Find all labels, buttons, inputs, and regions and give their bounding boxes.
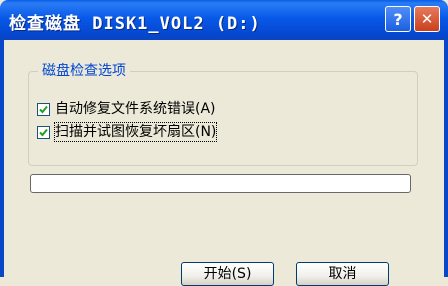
title-bar[interactable]: 检查磁盘 DISK1_VOL2 (D:) ? ✕ (0, 0, 448, 40)
scan-recover-checkbox[interactable] (37, 125, 50, 139)
progress-bar (30, 174, 411, 193)
window-frame-right (444, 40, 448, 277)
help-icon: ? (393, 9, 403, 29)
close-button[interactable]: ✕ (414, 6, 440, 32)
window-title: 检查磁盘 DISK1_VOL2 (D:) (9, 14, 261, 34)
checkmark-icon (39, 105, 48, 113)
checkmark-icon (39, 128, 48, 136)
option-auto-fix[interactable]: 自动修复文件系统错误(A) (37, 100, 216, 118)
window-frame-left (0, 40, 4, 277)
close-icon: ✕ (420, 10, 434, 28)
option-scan-recover[interactable]: 扫描并试图恢复坏扇区(N) (37, 122, 218, 142)
disk-check-options-group (28, 71, 418, 166)
scan-recover-label: 扫描并试图恢复坏扇区(N) (53, 122, 218, 142)
group-legend: 磁盘检查选项 (38, 62, 130, 80)
help-button[interactable]: ? (385, 6, 411, 32)
auto-fix-checkbox[interactable] (37, 102, 50, 116)
auto-fix-label: 自动修复文件系统错误(A) (55, 101, 216, 117)
cancel-button[interactable]: 取消 (296, 262, 389, 286)
start-button[interactable]: 开始(S) (181, 262, 274, 286)
